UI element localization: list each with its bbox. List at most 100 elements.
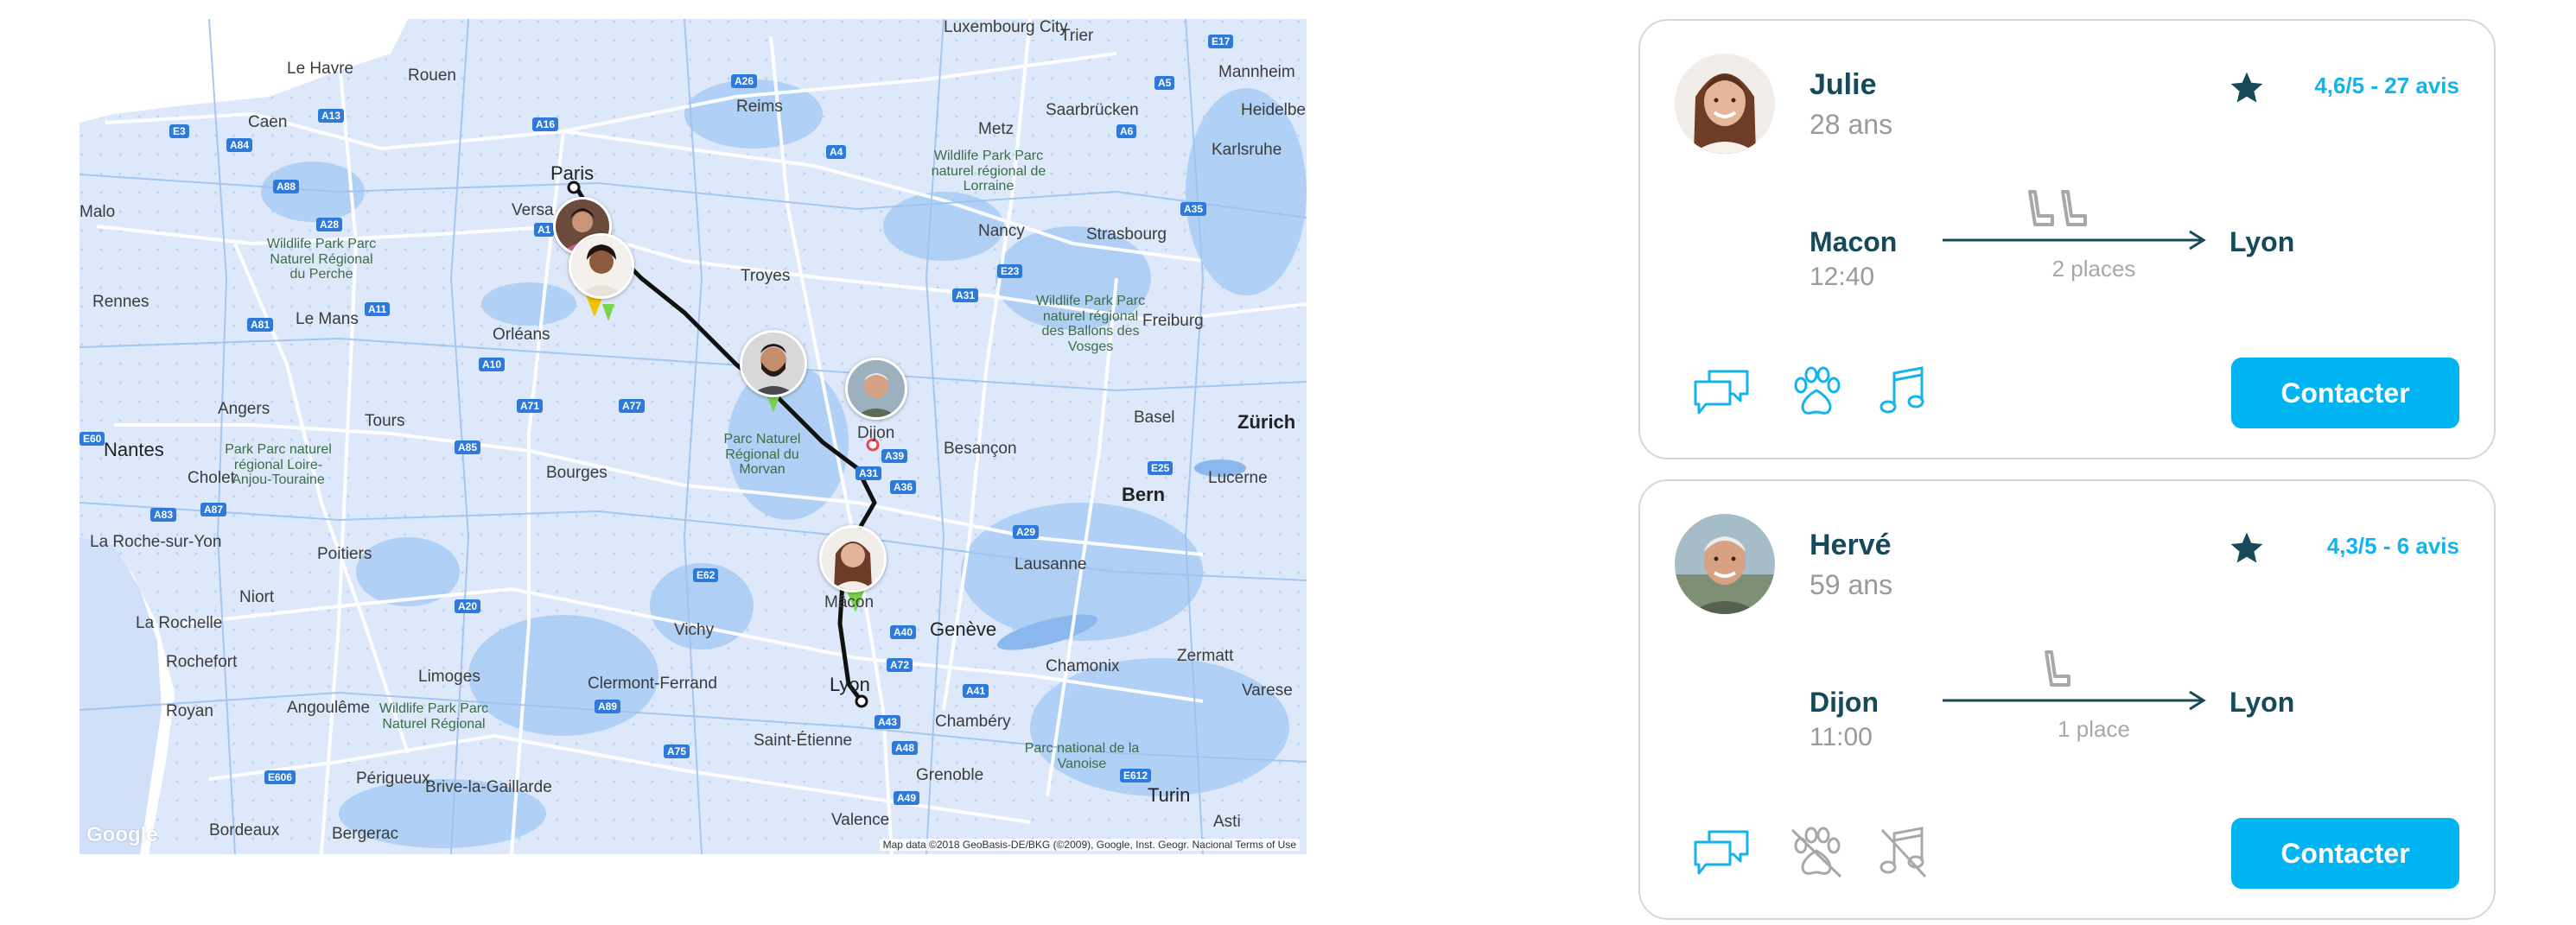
map-city-label: Le Mans xyxy=(296,310,359,328)
map-city-label: Luxembourg City xyxy=(944,19,1068,36)
road-shield: A49 xyxy=(894,791,920,805)
map-attribution[interactable]: Map data ©2018 GeoBasis-DE/BKG (©2009), … xyxy=(879,839,1300,851)
map-city-label: Malo xyxy=(80,203,116,221)
map-city-label: La Rochelle xyxy=(136,614,223,632)
road-shield: A11 xyxy=(365,302,391,316)
map-driver-avatar[interactable] xyxy=(569,233,634,299)
departure-time: 12:40 xyxy=(1810,263,1875,291)
map-city-label: Niort xyxy=(239,588,275,606)
map-city-label: Lausanne xyxy=(1014,555,1087,573)
chat-icon xyxy=(1694,830,1749,875)
map-city-label: Chambéry xyxy=(935,713,1011,731)
map-city-label: Versa xyxy=(512,201,554,219)
map-city-label: Brive-la-Gaillarde xyxy=(425,778,552,796)
star-icon xyxy=(2230,532,2263,563)
arrow-right-icon xyxy=(1943,690,2206,711)
map-park-label: Parc Naturel Régional du Morvan xyxy=(723,432,801,478)
map-city-label: Grenoble xyxy=(916,766,984,784)
road-shield: E606 xyxy=(264,770,296,784)
map-city-label: Caen xyxy=(248,113,288,131)
map-driver-avatar[interactable] xyxy=(740,330,807,397)
map-city-label: Metz xyxy=(978,120,1014,138)
map-city-label: Saint-Étienne xyxy=(754,732,853,750)
map-city-label: Zürich xyxy=(1237,411,1296,433)
map-park-label: Wildlife Park Parc naturel régional des … xyxy=(1035,294,1146,354)
map-city-label: Rouen xyxy=(408,67,456,85)
road-shield: A10 xyxy=(479,358,506,371)
map-city-label: Angers xyxy=(218,400,270,418)
road-shield: A5 xyxy=(1154,76,1175,90)
map-city-label: Varese xyxy=(1242,681,1293,700)
map-city-label: Turin xyxy=(1148,784,1191,806)
road-shield: A39 xyxy=(881,449,908,463)
arrival-city: Lyon xyxy=(2229,687,2295,718)
seat-icon xyxy=(2028,190,2087,226)
road-shield: A83 xyxy=(150,508,177,522)
map-city-label: Strasbourg xyxy=(1086,225,1167,244)
driver-name: Hervé xyxy=(1810,529,1892,561)
road-shield: E25 xyxy=(1148,461,1174,475)
map-city-label: Rennes xyxy=(92,293,149,311)
road-shield: A31 xyxy=(855,466,882,480)
road-shield: A29 xyxy=(1013,525,1040,539)
map-city-label: Royan xyxy=(166,702,213,720)
map-city-label: Le Havre xyxy=(287,60,354,78)
road-shield: A89 xyxy=(595,700,621,713)
road-shield: A75 xyxy=(664,744,690,758)
departure-city: Dijon xyxy=(1810,687,1879,718)
road-shield: A41 xyxy=(963,684,989,698)
map-city-label: Bourges xyxy=(546,464,607,482)
map-city-label: Bordeaux xyxy=(209,821,280,839)
map-city-label: Clermont-Ferrand xyxy=(588,675,717,693)
chat-icon xyxy=(1694,370,1749,415)
map-city-label: Basel xyxy=(1134,409,1175,427)
map-city-label: Mannheim xyxy=(1218,63,1295,81)
driver-name: Julie xyxy=(1810,68,1877,101)
map-city-label: Asti xyxy=(1213,813,1241,831)
map-city-label: Besançon xyxy=(944,440,1017,458)
map-city-label: Mâcon xyxy=(824,593,875,611)
seat-icon xyxy=(2045,650,2070,687)
road-shield: E23 xyxy=(997,264,1023,278)
road-shield: A43 xyxy=(875,715,901,729)
map-city-label: Nantes xyxy=(104,439,164,460)
map-park-label: Wildlife Park Parc Naturel Régional du P… xyxy=(266,237,377,282)
road-shield: E62 xyxy=(693,568,719,582)
road-shield: A1 xyxy=(534,223,555,237)
road-shield: A28 xyxy=(316,218,343,231)
driver-card: Julie 28 ans 4,6/5 - 27 avis Macon 12:40… xyxy=(1638,19,2496,459)
avatar xyxy=(1675,54,1775,154)
map-city-label: Angoulême xyxy=(287,699,371,717)
road-shield: A13 xyxy=(318,109,345,123)
road-shield: A72 xyxy=(887,658,913,672)
map-park-label: Park Parc naturel régional Loire-Anjou-T… xyxy=(225,442,332,488)
map-city-label: Freiburg xyxy=(1142,312,1204,330)
available-places: 2 places xyxy=(2051,256,2136,282)
map-city-label: Périgueux xyxy=(356,770,430,788)
music-icon xyxy=(1880,366,1924,414)
departure-time: 11:00 xyxy=(1810,723,1873,751)
road-shield: A16 xyxy=(532,117,559,131)
map-city-label: Saarbrücken xyxy=(1046,101,1139,119)
available-places: 1 place xyxy=(2058,716,2130,742)
contact-button[interactable]: Contacter xyxy=(2231,358,2459,428)
contact-button[interactable]: Contacter xyxy=(2231,818,2459,889)
arrow-right-icon xyxy=(1943,230,2206,250)
rating-text: 4,3/5 - 6 avis xyxy=(2326,533,2459,559)
route-map[interactable]: Le Havre Rouen Caen Paris Versa Reims Me… xyxy=(80,19,1307,854)
no-pets-icon xyxy=(1790,827,1842,878)
road-shield: A35 xyxy=(1180,202,1207,216)
road-shield: E17 xyxy=(1208,35,1234,48)
map-city-label: Heidelber xyxy=(1241,101,1307,119)
map-city-label: Genève xyxy=(930,618,997,640)
road-shield: E60 xyxy=(80,432,105,446)
paw-icon xyxy=(1794,366,1841,415)
map-driver-avatar[interactable] xyxy=(845,358,907,420)
road-shield: A71 xyxy=(517,399,544,413)
avatar xyxy=(1675,514,1775,614)
road-shield: A85 xyxy=(455,440,481,454)
map-city-label: Lyon xyxy=(830,674,870,695)
road-shield: A77 xyxy=(619,399,646,413)
map-driver-avatar[interactable] xyxy=(819,525,887,592)
map-city-label: Zermatt xyxy=(1177,647,1234,665)
